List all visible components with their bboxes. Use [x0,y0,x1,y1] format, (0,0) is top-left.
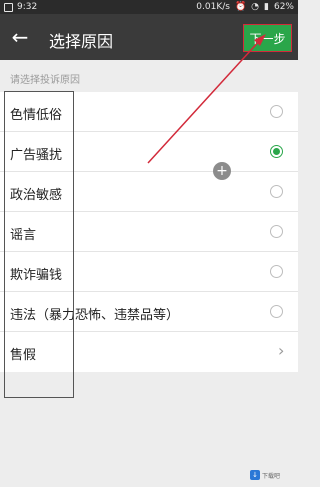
chevron-right-icon: › [278,341,285,360]
plus-icon[interactable]: + [213,162,231,180]
reason-item-fraud[interactable]: 欺诈骗钱 [0,252,298,292]
radio-button[interactable] [270,105,283,118]
radio-button[interactable] [270,265,283,278]
reason-label: 欺诈骗钱 [10,268,63,283]
reason-item-counterfeit[interactable]: 售假 › [0,332,298,372]
signal-icon: ▮ [264,2,269,12]
back-button[interactable]: ← [9,26,31,48]
reason-item-illegal[interactable]: 违法（暴力恐怖、违禁品等） [0,292,298,332]
reason-label: 色情低俗 [10,108,63,123]
reason-list: 色情低俗 广告骚扰 政治敏感 谣言 欺诈骗钱 违法（暴力恐怖、违禁品等） 售假 … [0,92,298,372]
notification-icon [4,2,13,12]
reason-label: 政治敏感 [10,188,63,203]
radio-button[interactable] [270,305,283,318]
download-logo-icon: ↓ [250,470,260,480]
reason-label: 谣言 [10,228,37,243]
reason-item-porn[interactable]: 色情低俗 [0,92,298,132]
reason-item-political[interactable]: 政治敏感 [0,172,298,212]
next-button[interactable]: 下一步 [243,24,292,52]
network-speed: 0.01K/s [196,2,230,12]
watermark: ↓ 下载吧 [250,468,294,482]
reason-item-rumor[interactable]: 谣言 [0,212,298,252]
app-bar: ← 选择原因 下一步 [0,14,298,60]
reason-item-ad[interactable]: 广告骚扰 [0,132,298,172]
status-bar: 9:32 0.01K/s ⏰ ◔ ▮ 62% [0,0,298,14]
wifi-icon: ◔ [251,2,260,12]
page-title: 选择原因 [49,32,114,51]
battery-level: 62% [273,2,294,12]
reason-label: 违法（暴力恐怖、违禁品等） [10,308,180,323]
section-label: 请选择投诉原因 [10,75,80,86]
radio-button-selected[interactable] [270,145,283,158]
reason-label: 广告骚扰 [10,148,63,163]
radio-button[interactable] [270,225,283,238]
status-time: 9:32 [17,2,38,12]
radio-button[interactable] [270,185,283,198]
arrow-left-icon: ← [11,25,29,49]
watermark-text: 下载吧 [262,472,281,480]
alarm-icon: ⏰ [234,2,247,12]
reason-label: 售假 [10,348,37,363]
